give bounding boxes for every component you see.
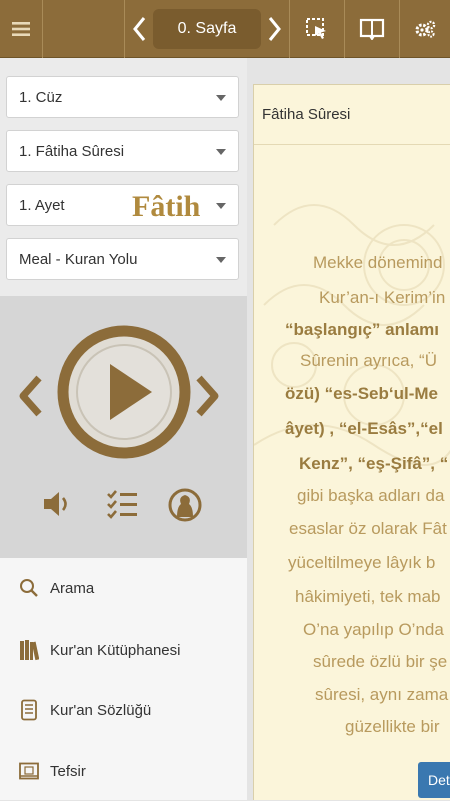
content-line: esaslar öz olarak Fât bbox=[289, 519, 447, 538]
sure-select-value: 1. Fâtiha Sûresi bbox=[19, 142, 125, 160]
chevron-left-icon bbox=[132, 17, 145, 41]
menu-item-label: Tefsir bbox=[50, 762, 86, 780]
chevron-down-icon bbox=[216, 149, 226, 155]
library-icon bbox=[14, 639, 44, 661]
content-line: Kenz”, “eş-Şifâ”, “ bbox=[299, 454, 449, 473]
top-toolbar: 0. Sayfa bbox=[0, 0, 450, 58]
content-line: sûresi, aynı zama bbox=[315, 685, 449, 704]
ayet-select[interactable]: 1. Ayet bbox=[6, 184, 239, 226]
content-line: sûrede özlü bir şe bbox=[313, 652, 448, 671]
content-line: “başlangıç” anlamı bbox=[285, 320, 439, 339]
page-indicator[interactable]: 0. Sayfa bbox=[153, 9, 261, 49]
menu-item-kutuphane[interactable]: Kur'an Kütüphanesi bbox=[0, 620, 247, 680]
content-line: hâkimiyeti, tek mab bbox=[295, 587, 441, 606]
menu-item-label: Arama bbox=[50, 579, 95, 597]
cuz-select-value: 1. Cüz bbox=[19, 88, 63, 106]
content-line: Sûrenin ayrıca, “Ü bbox=[300, 351, 437, 370]
menu-item-label: Kur'an Kütüphanesi bbox=[50, 641, 181, 659]
hamburger-icon[interactable] bbox=[0, 0, 42, 58]
chevron-right-icon bbox=[268, 17, 281, 41]
menu-item-arama[interactable]: Arama bbox=[0, 558, 247, 618]
cuz-select[interactable]: 1. Cüz bbox=[6, 76, 239, 118]
speaker-icon[interactable] bbox=[42, 488, 74, 520]
ayet-select-value: 1. Ayet bbox=[19, 196, 65, 214]
tefsir-icon bbox=[14, 762, 44, 780]
content-line: güzellikte bir bbox=[345, 717, 440, 736]
content-line: Mekke dönemind bbox=[313, 253, 443, 272]
selection-cursor-icon[interactable] bbox=[290, 0, 344, 58]
chevron-down-icon bbox=[216, 203, 226, 209]
menu-item-sozluk[interactable]: Kur'an Sözlüğü bbox=[0, 680, 247, 740]
previous-ayet-button[interactable] bbox=[16, 374, 44, 418]
audio-player bbox=[0, 296, 247, 558]
reciter-avatar-icon[interactable] bbox=[168, 487, 202, 523]
surah-header: Fâtiha Sûresi bbox=[254, 85, 450, 145]
surah-title: Fâtih bbox=[132, 190, 201, 223]
prev-page-button[interactable] bbox=[124, 0, 153, 58]
details-button[interactable]: Det bbox=[418, 762, 450, 798]
meal-select-value: Meal - Kuran Yolu bbox=[19, 250, 138, 268]
content-line: Kur’an-ı Kerim’in bbox=[319, 288, 446, 307]
chevron-down-icon bbox=[216, 95, 226, 101]
search-icon bbox=[14, 578, 44, 598]
checklist-icon[interactable] bbox=[106, 488, 138, 520]
next-ayet-button[interactable] bbox=[194, 374, 222, 418]
dictionary-icon bbox=[14, 699, 44, 721]
content-line: O’na yapılıp O’nda bbox=[303, 620, 444, 639]
meal-select[interactable]: Meal - Kuran Yolu bbox=[6, 238, 239, 280]
content-line: yüceltilmeye lâyık b bbox=[288, 553, 436, 572]
next-page-button[interactable] bbox=[261, 0, 289, 58]
content-line: gibi başka adları da bbox=[297, 486, 445, 505]
menu-item-label: Kur'an Sözlüğü bbox=[50, 701, 152, 719]
side-menu: Arama Kur'an Kütüphanesi Kur'an Sözlüğü … bbox=[0, 558, 247, 800]
chevron-down-icon bbox=[216, 257, 226, 263]
open-book-icon[interactable] bbox=[345, 0, 399, 58]
play-button[interactable] bbox=[56, 324, 192, 460]
left-panel: 1. Cüz 1. Fâtiha Sûresi 1. Ayet Meal - K… bbox=[0, 58, 247, 800]
sure-select[interactable]: 1. Fâtiha Sûresi bbox=[6, 130, 239, 172]
menu-item-tefsir[interactable]: Tefsir bbox=[0, 741, 247, 801]
content-line: özü) “es-Seb‘ul-Me bbox=[285, 384, 439, 403]
content-line: âyet) , “el-Esâs”,“el bbox=[285, 419, 443, 438]
gears-icon[interactable] bbox=[400, 0, 450, 58]
